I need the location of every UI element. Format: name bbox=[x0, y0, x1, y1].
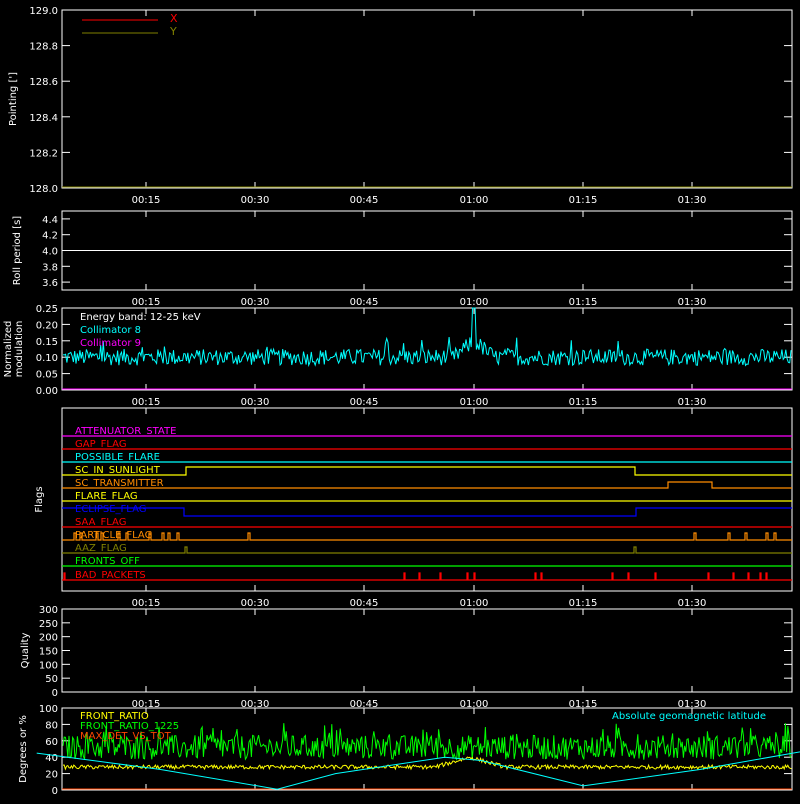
y-tick-label: 3.8 bbox=[42, 262, 58, 273]
x-tick-label: 01:00 bbox=[460, 598, 489, 609]
x-tick-label: 00:30 bbox=[241, 397, 270, 408]
flag-line bbox=[62, 466, 792, 476]
y-tick-label: 4.0 bbox=[42, 247, 58, 258]
flag-label: AAZ_FLAG bbox=[75, 543, 127, 554]
flag-label: SAA_FLAG bbox=[75, 517, 126, 528]
x-tick-label: 01:15 bbox=[569, 297, 598, 308]
legend-label-max-det-vs-tot: MAX_DET_VS_TOT bbox=[80, 731, 172, 742]
y-tick-label: 250 bbox=[39, 619, 58, 630]
x-tick-label: 00:45 bbox=[350, 297, 379, 308]
flag-label: SC_TRANSMITTER bbox=[75, 478, 164, 489]
y-tick-label: 150 bbox=[39, 647, 58, 658]
x-tick-label: 00:30 bbox=[241, 195, 270, 206]
y-tick-label: 60 bbox=[45, 737, 58, 748]
legend-label-collimator-8: Collimator 8 bbox=[80, 325, 141, 336]
y-tick-label: 128.0 bbox=[29, 184, 58, 195]
x-tick-label: 00:15 bbox=[132, 195, 161, 206]
annotation-geomagnetic-latitude: Absolute geomagnetic latitude bbox=[612, 711, 766, 722]
y-tick-label: 128.8 bbox=[29, 42, 58, 53]
x-tick-label: 00:15 bbox=[132, 297, 161, 308]
flag-line bbox=[62, 572, 792, 581]
series-line-front-ratio bbox=[62, 756, 792, 771]
y-tick-label: 129.0 bbox=[29, 6, 58, 17]
flag-line bbox=[62, 507, 792, 517]
y-axis-label: Quality bbox=[20, 633, 31, 669]
x-tick-label: 00:45 bbox=[350, 397, 379, 408]
y-tick-label: 20 bbox=[45, 770, 58, 781]
x-tick-label: 01:15 bbox=[569, 598, 598, 609]
legend-label-x: X bbox=[170, 12, 178, 25]
y-tick-label: 200 bbox=[39, 633, 58, 644]
y-tick-label: 0.20 bbox=[36, 320, 58, 331]
flag-label: PARTICLE_FLAG bbox=[75, 530, 152, 541]
y-tick-label: 4.4 bbox=[42, 215, 58, 226]
y-tick-label: 0 bbox=[52, 786, 58, 797]
y-tick-label: 300 bbox=[39, 605, 58, 616]
x-tick-label: 01:00 bbox=[460, 297, 489, 308]
y-tick-label: 128.6 bbox=[29, 77, 58, 88]
flag-label: FRONTS_OFF bbox=[75, 556, 140, 567]
panel-frame-5 bbox=[61, 608, 793, 693]
x-tick-label: 00:15 bbox=[132, 598, 161, 609]
chart-canvas: 00:15 00:30 00:45 01:00 01:15 01:30 129.0 128.8… bbox=[3, 6, 800, 797]
flag-label: ATTENUATOR_STATE bbox=[75, 426, 176, 437]
x-tick-label: 01:30 bbox=[678, 195, 707, 206]
y-axis-label: Flags bbox=[34, 486, 45, 512]
y-axis-label: Normalized bbox=[3, 321, 14, 378]
y-axis-label: Pointing ['] bbox=[8, 72, 19, 126]
flag-label: POSSIBLE_FLARE bbox=[75, 452, 160, 463]
x-tick-label: 00:30 bbox=[241, 598, 270, 609]
x-tick-label: 00:45 bbox=[350, 195, 379, 206]
y-tick-label: 80 bbox=[45, 720, 58, 731]
x-tick-label: 00:45 bbox=[350, 598, 379, 609]
legend-label-collimator-9: Collimator 9 bbox=[80, 338, 141, 349]
flag-label: BAD_PACKETS bbox=[75, 570, 146, 581]
x-tick-label: 01:15 bbox=[569, 397, 598, 408]
x-tick-label: 01:00 bbox=[460, 195, 489, 206]
y-tick-label: 0.25 bbox=[36, 304, 58, 315]
y-axis-label: Degrees or % bbox=[18, 715, 29, 783]
flag-label: SC_IN_SUNLIGHT bbox=[75, 465, 161, 476]
x-tick-label: 01:15 bbox=[569, 195, 598, 206]
y-tick-label: 0.10 bbox=[36, 353, 58, 364]
x-tick-label: 01:30 bbox=[678, 598, 707, 609]
y-tick-label: 50 bbox=[45, 674, 58, 685]
flag-line bbox=[62, 532, 792, 541]
y-tick-label: 128.4 bbox=[29, 113, 58, 124]
flag-line bbox=[62, 546, 792, 554]
flag-label: GAP_FLAG bbox=[75, 439, 127, 450]
y-tick-label: 100 bbox=[39, 704, 58, 715]
y-tick-label: 0.00 bbox=[36, 386, 58, 397]
legend-energy-band: Energy band: 12-25 keV bbox=[80, 312, 201, 323]
y-tick-label: 3.6 bbox=[42, 278, 58, 289]
flag-label: ECLIPSE_FLAG bbox=[75, 504, 146, 515]
y-tick-label: 0 bbox=[52, 688, 58, 699]
flag-line bbox=[62, 481, 792, 489]
y-axis-label: modulation bbox=[14, 321, 25, 378]
y-tick-label: 0.15 bbox=[36, 337, 58, 348]
y-tick-label: 4.2 bbox=[42, 231, 58, 242]
x-tick-label: 00:30 bbox=[241, 297, 270, 308]
y-tick-label: 100 bbox=[39, 660, 58, 671]
x-tick-label: 01:00 bbox=[460, 397, 489, 408]
x-tick-label: 00:15 bbox=[132, 397, 161, 408]
y-tick-label: 0.05 bbox=[36, 370, 58, 381]
legend-label-y: Y bbox=[169, 25, 177, 38]
flag-label: FLARE_FLAG bbox=[75, 491, 138, 502]
x-tick-label: 01:30 bbox=[678, 397, 707, 408]
x-tick-label: 01:30 bbox=[678, 297, 707, 308]
y-tick-label: 128.2 bbox=[29, 148, 58, 159]
y-axis-label: Roll period [s] bbox=[12, 216, 23, 285]
